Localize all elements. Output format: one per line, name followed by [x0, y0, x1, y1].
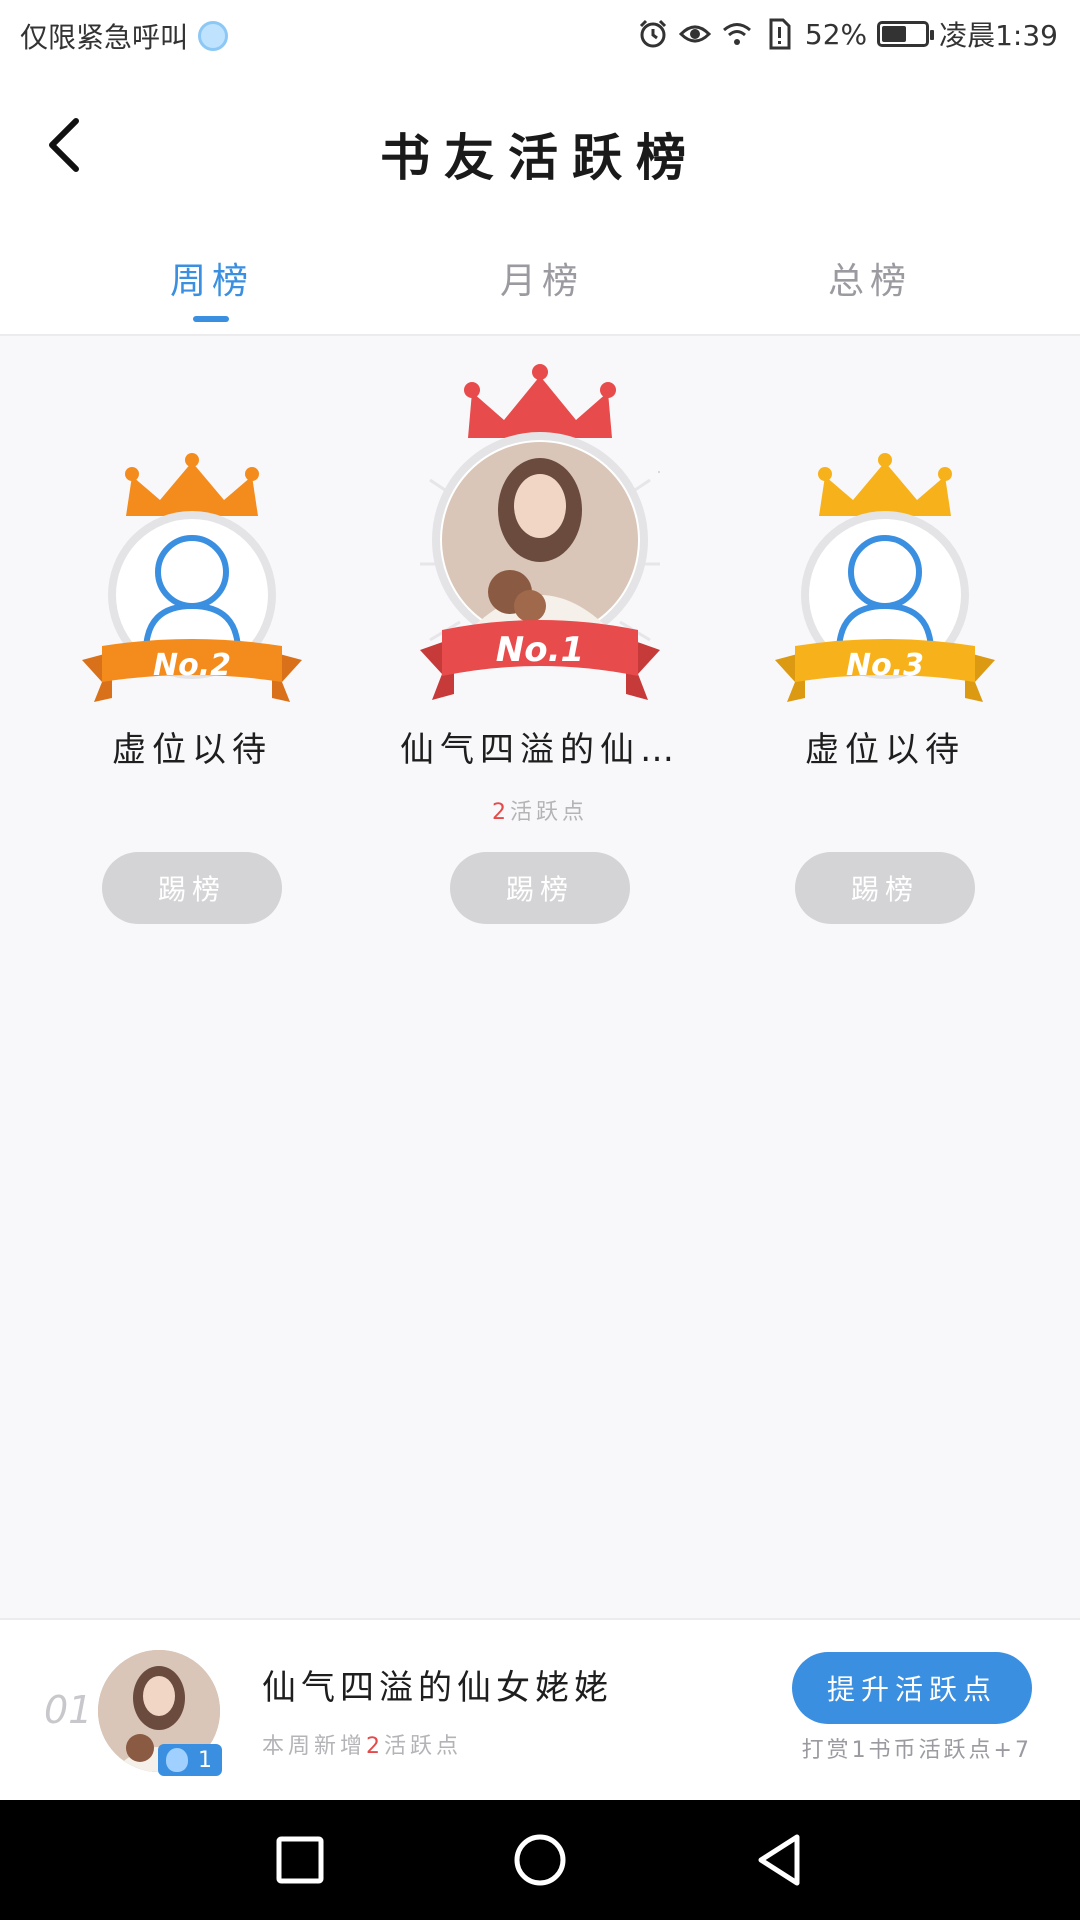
- alarm-icon: [639, 19, 666, 48]
- battery-icon: [877, 21, 935, 47]
- rank-1-kick-button[interactable]: 踢榜: [450, 852, 630, 924]
- sim-alert-icon: [769, 18, 791, 50]
- level-badge: 1: [158, 1744, 222, 1776]
- rank-1-label: No.1: [495, 630, 585, 670]
- recents-button[interactable]: [270, 1830, 330, 1890]
- podium-rank-3: No.3 虚位以待 踢榜: [765, 380, 1005, 940]
- wifi-icon: [722, 23, 751, 45]
- rank-3-kick-button[interactable]: 踢榜: [795, 852, 975, 924]
- status-left: 仅限紧急呼叫: [20, 16, 229, 56]
- my-sub-suffix: 活跃点: [384, 1734, 463, 1759]
- square-icon: [276, 1836, 324, 1884]
- rank-1-name: 仙气四溢的仙…: [400, 730, 680, 770]
- boost-activity-button[interactable]: 提升活跃点: [792, 1652, 1032, 1724]
- boost-hint: 打赏1书币活跃点+7: [801, 1738, 1032, 1763]
- my-sub-points: 2: [366, 1734, 385, 1759]
- top-user-avatar: [442, 442, 638, 638]
- rank-3-label: No.3: [846, 648, 924, 683]
- page-title: 书友活跃榜: [380, 129, 700, 187]
- tab-total[interactable]: 总榜: [750, 252, 990, 304]
- rank-1-points-unit: 活跃点: [509, 800, 588, 825]
- rank-3-name: 虚位以待: [805, 730, 965, 770]
- tab-weekly[interactable]: 周榜: [92, 252, 332, 304]
- home-button[interactable]: [510, 1830, 570, 1890]
- rank-1-badge: No.1: [390, 310, 690, 710]
- back-nav-button[interactable]: [750, 1830, 810, 1890]
- my-rank-number: 01: [44, 1688, 93, 1732]
- clock: 凌晨1:39: [939, 19, 1058, 52]
- triangle-back-icon: [758, 1834, 800, 1886]
- rank-1-points: 2活跃点: [420, 794, 660, 826]
- tab-indicator: [193, 316, 229, 322]
- app-notification-icon: [198, 21, 229, 51]
- status-right: 52% 凌晨1:39: [637, 14, 1058, 54]
- carrier-text: 仅限紧急呼叫: [20, 21, 189, 54]
- rank-3-badge: No.3: [765, 380, 1005, 710]
- circle-icon: [514, 1834, 566, 1886]
- sparkle-icon: [658, 460, 682, 484]
- system-nav-bar: [0, 1800, 1080, 1920]
- my-name: 仙气四溢的仙女姥姥: [262, 1668, 613, 1708]
- rank-2-kick-button[interactable]: 踢榜: [102, 852, 282, 924]
- my-sub-prefix: 本周新增: [262, 1734, 367, 1759]
- rank-1-points-value: 2: [491, 800, 510, 825]
- flame-icon: [166, 1748, 188, 1772]
- eye-comfort-icon: [678, 25, 711, 43]
- crown-icon: [464, 364, 616, 438]
- rank-2-name: 虚位以待: [112, 730, 272, 770]
- crown-icon: [125, 453, 259, 516]
- podium-rank-2: No.2 虚位以待 踢榜: [72, 380, 312, 940]
- level-value: 1: [198, 1747, 212, 1773]
- my-weekly-points: 本周新增2活跃点: [262, 1728, 462, 1760]
- my-rank-bar: 01 1 仙气四溢的仙女姥姥 本周新增2活跃点 提升活跃点 打赏1书币活跃点+7: [0, 1618, 1080, 1800]
- battery-percent: 52%: [804, 17, 868, 51]
- podium-rank-1: No.1 仙气四溢的仙… 2活跃点 踢榜: [390, 364, 690, 940]
- crown-icon: [818, 453, 952, 516]
- rank-2-label: No.2: [153, 648, 231, 683]
- tab-monthly[interactable]: 月榜: [422, 252, 662, 304]
- rank-2-badge: No.2: [72, 380, 312, 710]
- status-bar: 仅限紧急呼叫 52% 凌晨1:39: [0, 0, 1080, 76]
- header: 书友活跃榜: [0, 76, 1080, 216]
